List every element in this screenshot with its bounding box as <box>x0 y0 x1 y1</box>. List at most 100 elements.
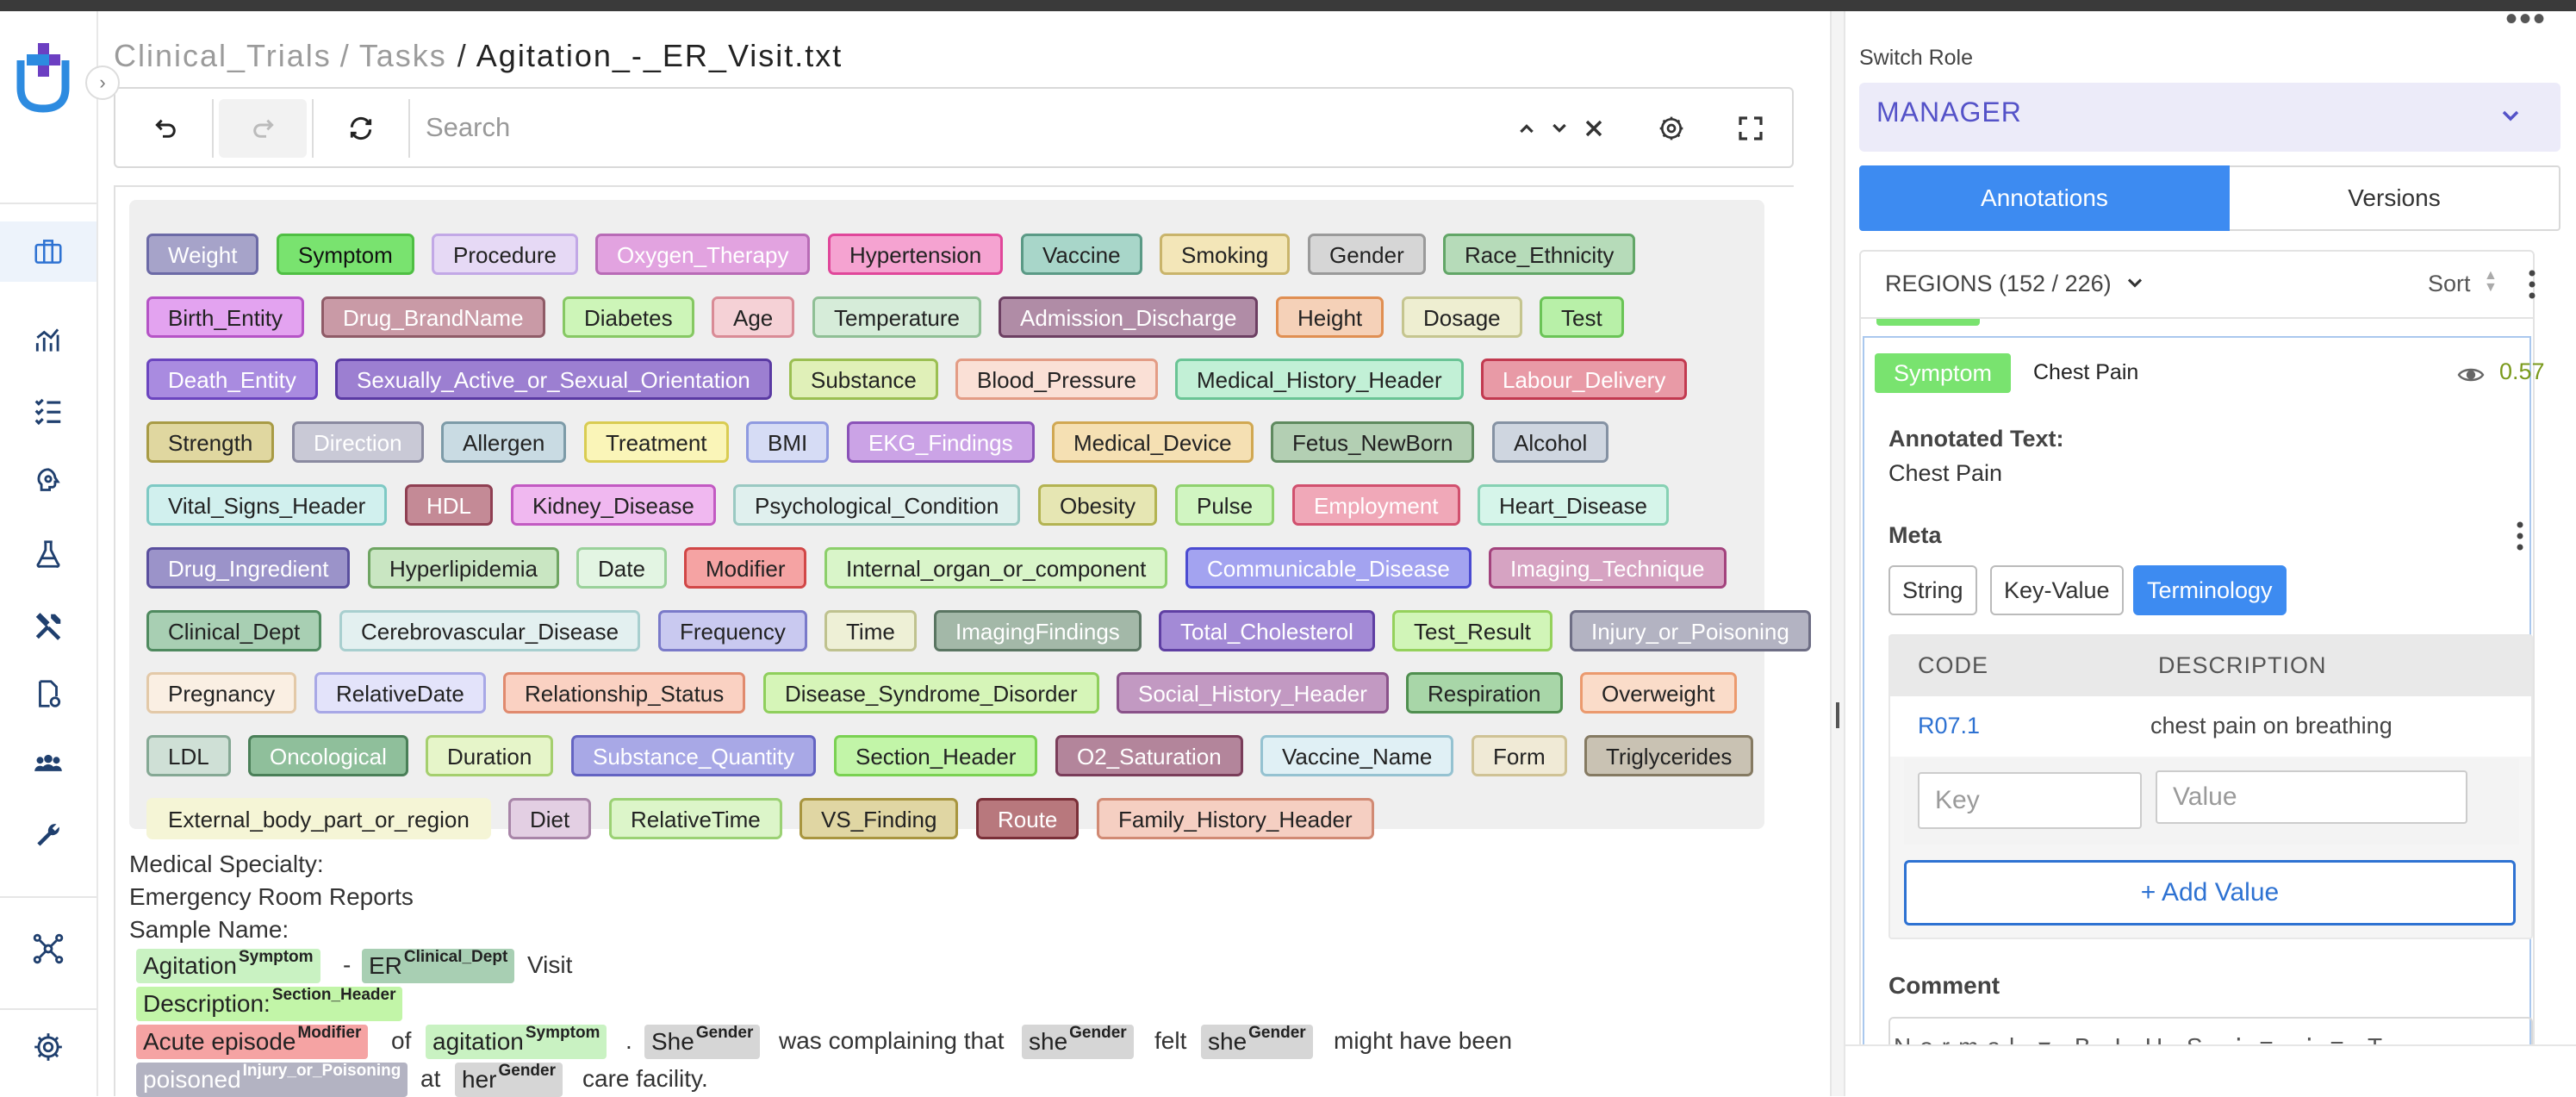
label-modifier[interactable]: Modifier <box>684 547 807 589</box>
label-family-history-header[interactable]: Family_History_Header <box>1097 798 1374 839</box>
label-vital-signs-header[interactable]: Vital_Signs_Header <box>146 484 388 526</box>
editor-settings-button[interactable] <box>1656 113 1687 144</box>
sort-button[interactable]: Sort <box>2428 271 2471 297</box>
label-medical-device[interactable]: Medical_Device <box>1052 421 1254 463</box>
chevron-down-icon[interactable] <box>2123 271 2147 295</box>
label-internal-organ-or-component[interactable]: Internal_organ_or_component <box>824 547 1168 589</box>
annotation-injury[interactable]: poisoned Injury_or_Poisoning <box>136 1062 408 1097</box>
nav-tasks[interactable] <box>0 379 96 439</box>
add-value-button[interactable]: + Add Value <box>1904 860 2516 926</box>
label-kidney-disease[interactable]: Kidney_Disease <box>511 484 716 526</box>
chevron-down-icon[interactable] <box>2497 102 2524 129</box>
label-medical-history-header[interactable]: Medical_History_Header <box>1175 358 1464 400</box>
label-birth-entity[interactable]: Birth_Entity <box>146 296 304 338</box>
label-relativedate[interactable]: RelativeDate <box>314 672 486 714</box>
label-vaccine-name[interactable]: Vaccine_Name <box>1260 735 1454 776</box>
label-bmi[interactable]: BMI <box>746 421 830 463</box>
fullscreen-button[interactable] <box>1735 113 1766 144</box>
annotation-symptom[interactable]: Agitation Symptom <box>136 948 320 983</box>
label-blood-pressure[interactable]: Blood_Pressure <box>955 358 1158 400</box>
label-allergen[interactable]: Allergen <box>441 421 567 463</box>
nav-settings[interactable] <box>0 1017 96 1077</box>
label-relativetime[interactable]: RelativeTime <box>609 798 782 839</box>
label-overweight[interactable]: Overweight <box>1580 672 1737 714</box>
sidebar-expand-button[interactable]: › <box>85 65 120 100</box>
label-oxygen-therapy[interactable]: Oxygen_Therapy <box>595 234 811 275</box>
label-total-cholesterol[interactable]: Total_Cholesterol <box>1159 610 1375 651</box>
nav-projects[interactable] <box>0 221 96 282</box>
label-social-history-header[interactable]: Social_History_Header <box>1117 672 1389 714</box>
value-input[interactable] <box>2156 770 2467 824</box>
label-respiration[interactable]: Respiration <box>1406 672 1563 714</box>
annotation-gender[interactable]: She Gender <box>644 1024 761 1059</box>
label-pulse[interactable]: Pulse <box>1175 484 1275 526</box>
search-prev-button[interactable] <box>1511 113 1542 144</box>
label-alcohol[interactable]: Alcohol <box>1492 421 1609 463</box>
label-drug-brandname[interactable]: Drug_BrandName <box>321 296 545 338</box>
meta-tab-string[interactable]: String <box>1888 565 1977 615</box>
label-ldl[interactable]: LDL <box>146 735 231 776</box>
label-injury-or-poisoning[interactable]: Injury_or_Poisoning <box>1570 610 1811 651</box>
label-hypertension[interactable]: Hypertension <box>828 234 1004 275</box>
label-race-ethnicity[interactable]: Race_Ethnicity <box>1443 234 1636 275</box>
label-oncological[interactable]: Oncological <box>248 735 408 776</box>
panel-resizer[interactable] <box>1830 11 1845 1096</box>
annotation-section-header[interactable]: Description: Section_Header <box>136 986 403 1021</box>
label-psychological-condition[interactable]: Psychological_Condition <box>733 484 1021 526</box>
label-time[interactable]: Time <box>824 610 917 651</box>
undo-button[interactable] <box>122 99 210 158</box>
search-input[interactable] <box>424 104 1372 151</box>
label-dosage[interactable]: Dosage <box>1402 296 1522 338</box>
label-weight[interactable]: Weight <box>146 234 259 275</box>
label-o2-saturation[interactable]: O2_Saturation <box>1055 735 1243 776</box>
label-diet[interactable]: Diet <box>508 798 592 839</box>
label-age[interactable]: Age <box>712 296 795 338</box>
breadcrumb-tasks[interactable]: Tasks <box>359 38 447 73</box>
meta-tab-terminology[interactable]: Terminology <box>2133 565 2287 615</box>
nav-settings-wrench[interactable] <box>0 805 96 865</box>
label-test[interactable]: Test <box>1540 296 1624 338</box>
label-drug-ingredient[interactable]: Drug_Ingredient <box>146 547 351 589</box>
label-temperature[interactable]: Temperature <box>812 296 981 338</box>
label-vs-finding[interactable]: VS_Finding <box>800 798 959 839</box>
more-options-icon[interactable]: ••• <box>2505 0 2547 39</box>
nav-integrations[interactable] <box>0 919 96 979</box>
breadcrumb-project[interactable]: Clinical_Trials <box>114 38 332 73</box>
label-vaccine[interactable]: Vaccine <box>1021 234 1142 275</box>
label-disease-syndrome-disorder[interactable]: Disease_Syndrome_Disorder <box>763 672 1099 714</box>
label-date[interactable]: Date <box>576 547 667 589</box>
label-section-header[interactable]: Section_Header <box>834 735 1038 776</box>
label-route[interactable]: Route <box>976 798 1080 839</box>
kebab-menu-icon[interactable] <box>2516 520 2524 552</box>
label-heart-disease[interactable]: Heart_Disease <box>1478 484 1669 526</box>
label-obesity[interactable]: Obesity <box>1038 484 1158 526</box>
search-next-button[interactable] <box>1544 113 1575 144</box>
label-diabetes[interactable]: Diabetes <box>563 296 694 338</box>
label-height[interactable]: Height <box>1276 296 1384 338</box>
label-admission-discharge[interactable]: Admission_Discharge <box>999 296 1259 338</box>
label-cerebrovascular-disease[interactable]: Cerebrovascular_Disease <box>339 610 641 651</box>
label-ekg-findings[interactable]: EKG_Findings <box>847 421 1035 463</box>
label-imagingfindings[interactable]: ImagingFindings <box>934 610 1142 651</box>
nav-documents[interactable] <box>0 664 96 724</box>
label-test-result[interactable]: Test_Result <box>1392 610 1552 651</box>
label-strength[interactable]: Strength <box>146 421 275 463</box>
label-form[interactable]: Form <box>1472 735 1567 776</box>
label-substance[interactable]: Substance <box>789 358 938 400</box>
kebab-menu-icon[interactable] <box>2528 269 2536 300</box>
label-substance-quantity[interactable]: Substance_Quantity <box>571 735 817 776</box>
nav-lab[interactable] <box>0 524 96 584</box>
nav-tools[interactable] <box>0 596 96 657</box>
label-procedure[interactable]: Procedure <box>432 234 578 275</box>
label-triglycerides[interactable]: Triglycerides <box>1584 735 1754 776</box>
nav-models[interactable] <box>0 452 96 512</box>
label-frequency[interactable]: Frequency <box>658 610 807 651</box>
label-pregnancy[interactable]: Pregnancy <box>146 672 297 714</box>
annotation-symptom[interactable]: agitation Symptom <box>426 1024 607 1059</box>
label-treatment[interactable]: Treatment <box>584 421 729 463</box>
label-symptom[interactable]: Symptom <box>277 234 414 275</box>
nav-analytics[interactable] <box>0 310 96 371</box>
label-direction[interactable]: Direction <box>292 421 424 463</box>
meta-tab-key-value[interactable]: Key-Value <box>1990 565 2124 615</box>
refresh-button[interactable] <box>317 99 405 158</box>
